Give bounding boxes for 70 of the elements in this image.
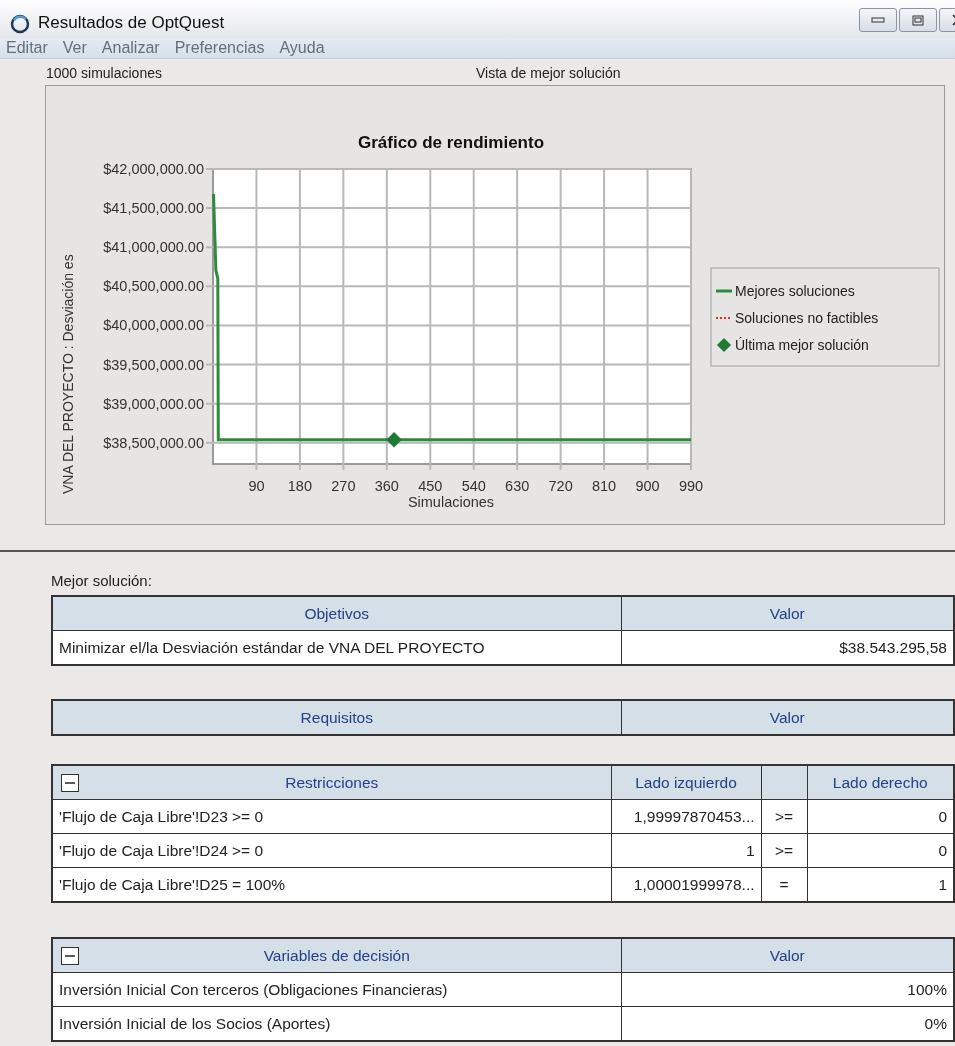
legend-label: Última mejor solución [735, 337, 869, 353]
legend-label: Mejores soluciones [735, 283, 855, 299]
column-header: Valor [621, 700, 954, 735]
table-cell: 0 [807, 833, 954, 868]
table-cell: Inversión Inicial Con terceros (Obligaciones Financieras) [52, 972, 621, 1007]
maximize-icon [912, 14, 924, 26]
table-cell: Minimizar el/la Desviación estándar de VNA DEL PROYECTO [52, 630, 621, 665]
maximize-button[interactable] [899, 8, 937, 32]
y-tick-label: $40,500,000.00 [103, 278, 204, 295]
x-tick-label: 180 [287, 478, 312, 494]
menu-item[interactable]: Analizar [101, 39, 160, 57]
table-cell: Inversión Inicial de los Socios (Aportes) [52, 1006, 621, 1041]
menu-item[interactable]: Preferencias [174, 39, 265, 57]
y-tick-label: $41,500,000.00 [103, 200, 204, 217]
y-tick-label: $41,000,000.00 [103, 239, 204, 256]
table-cell: >= [761, 799, 807, 834]
x-tick-label: 360 [374, 478, 399, 494]
table-cell: 1,00001999978... [611, 867, 761, 902]
x-tick-label: 720 [548, 478, 573, 494]
chart-title: Gráfico de rendimiento [357, 133, 545, 152]
table-cell: 1 [611, 833, 761, 868]
simulation-count: 1000 simulaciones [46, 65, 163, 81]
table-cell: $38.543.295,58 [621, 630, 954, 665]
x-tick-label: 450 [418, 478, 443, 494]
column-header: Valor [621, 938, 954, 973]
menu-item[interactable]: Ver [62, 39, 87, 57]
legend-dotted-line-icon [715, 317, 733, 319]
table-cell: = [761, 867, 807, 902]
x-axis-title: Simulaciones [407, 494, 495, 510]
minimize-button[interactable] [859, 8, 897, 32]
column-header: Lado derecho [807, 765, 954, 800]
column-header: Variables de decisión [52, 938, 621, 973]
table-cell: 1,99997870453... [611, 799, 761, 834]
table-cell: 100% [621, 972, 954, 1007]
column-header: Requisitos [52, 700, 621, 735]
column-header: Restricciones [52, 765, 611, 800]
table-cell: 0 [807, 799, 954, 834]
table-cell: 'Flujo de Caja Libre'!D25 = 100% [52, 867, 611, 902]
collapse-icon[interactable] [61, 774, 79, 792]
app-logo-icon [10, 14, 30, 34]
y-tick-label: $39,500,000.00 [103, 356, 204, 373]
x-tick-label: 630 [505, 478, 530, 494]
table-cell: 'Flujo de Caja Libre'!D23 >= 0 [52, 799, 611, 834]
y-axis-title: VNA DEL PROYECTO : Desviación es [60, 254, 76, 494]
legend-label: Soluciones no factibles [735, 310, 879, 326]
column-header: Valor [621, 596, 954, 631]
view-title: Vista de mejor solución [476, 65, 621, 81]
table-cell: >= [761, 833, 807, 868]
menu-item[interactable]: Ayuda [279, 39, 325, 57]
section-label: Mejor solución: [51, 572, 152, 589]
window-title: Resultados de OptQuest [38, 12, 225, 34]
x-tick-label: 990 [678, 478, 704, 494]
column-header: Lado izquierdo [611, 765, 761, 800]
x-tick-label: 540 [461, 478, 486, 494]
collapse-icon[interactable] [61, 947, 79, 965]
legend-line-icon [716, 289, 732, 293]
column-header: Objetivos [52, 596, 621, 631]
menu-item[interactable]: Editar [6, 39, 48, 57]
table-cell: 'Flujo de Caja Libre'!D24 >= 0 [52, 833, 611, 868]
y-tick-label: $38,500,000.00 [103, 434, 204, 451]
table-cell: 1 [807, 867, 954, 902]
y-tick-label: $40,000,000.00 [103, 317, 204, 334]
x-tick-label: 900 [635, 478, 660, 494]
minimize-icon [871, 16, 885, 24]
x-tick-label: 270 [331, 478, 356, 494]
y-tick-label: $42,000,000.00 [103, 161, 204, 177]
y-tick-label: $39,000,000.00 [103, 395, 204, 412]
table-cell: 0% [621, 1006, 954, 1041]
x-tick-label: 810 [592, 478, 617, 494]
x-tick-label: 90 [248, 478, 265, 494]
